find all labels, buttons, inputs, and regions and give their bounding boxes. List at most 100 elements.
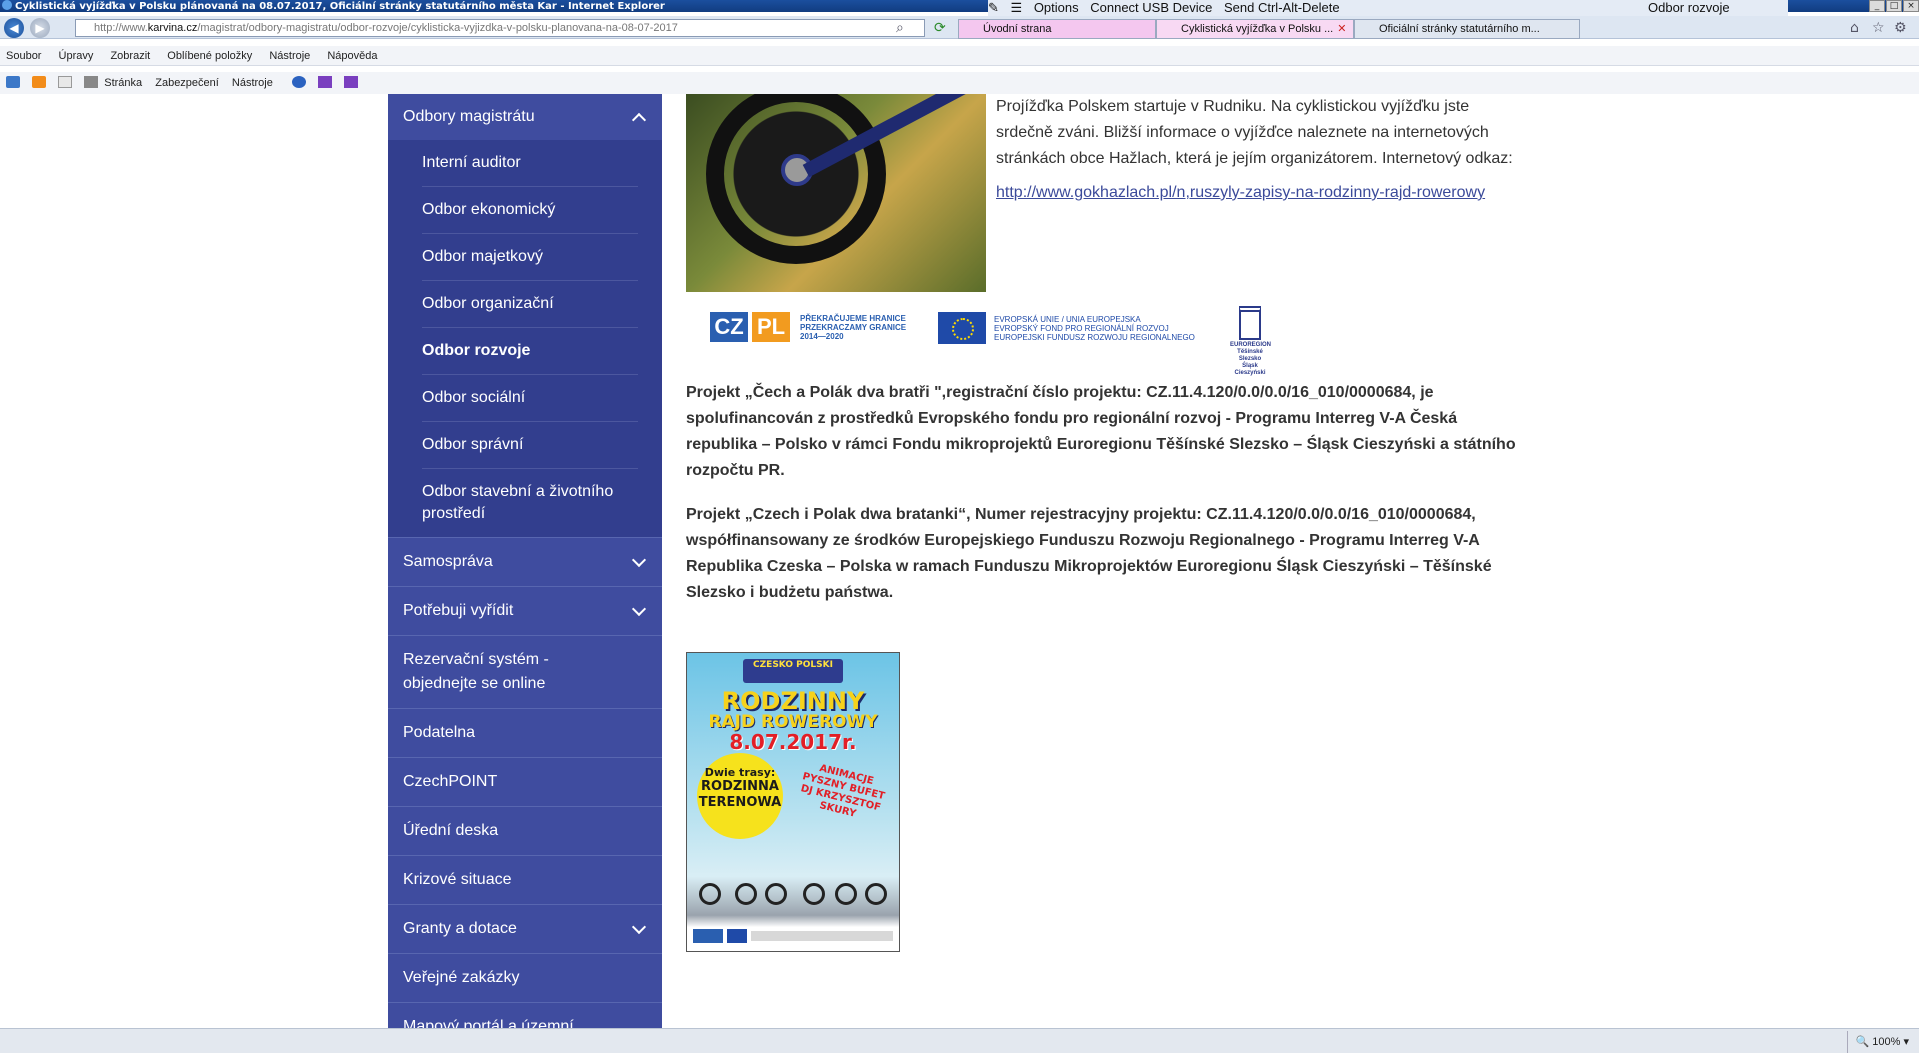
organizer-link[interactable]: http://www.gokhazlach.pl/n,ruszyly-zapis… <box>996 180 1516 206</box>
send-cad-button[interactable]: Send Ctrl-Alt-Delete <box>1224 0 1340 15</box>
forward-button[interactable]: ▶ <box>30 18 50 38</box>
project-paragraph-pl: Projekt „Czech i Polak dwa bratanki“, Nu… <box>686 506 1492 601</box>
poster-riders <box>695 853 891 911</box>
tab-close-icon[interactable]: ✕ <box>1337 23 1346 35</box>
sidebar-item-label: Samospráva <box>403 553 493 570</box>
rss-icon[interactable] <box>32 76 47 88</box>
menu-edit[interactable]: Úpravy <box>59 50 94 62</box>
eu-flag-icon <box>938 312 986 344</box>
refresh-icon[interactable]: ⟳ <box>934 20 946 36</box>
menu-view[interactable]: Zobrazit <box>110 50 150 62</box>
sidebar-subitem-active[interactable]: Odbor rozvoje <box>422 328 638 375</box>
tab-label: Cyklistická vyjížďka v Polsku ... <box>1181 23 1334 35</box>
event-poster[interactable]: CZESKO POLSKI RODZINNY RAJD ROWEROWY 8.0… <box>686 652 900 952</box>
home-icon[interactable]: ⌂ <box>1850 20 1859 36</box>
address-path: /magistrat/odbory-magistratu/odbor-rozvo… <box>197 22 678 34</box>
project-paragraph-cz: Projekt „Čech a Polák dva bratři ",regis… <box>686 384 1516 479</box>
tab-home[interactable]: Úvodní strana <box>958 19 1156 39</box>
sidebar-item-potrebuji[interactable]: Potřebuji vyřídit <box>388 586 662 635</box>
tools-menu[interactable]: Nástroje <box>232 77 273 89</box>
print-icon[interactable] <box>84 76 99 88</box>
sidebar-subitem[interactable]: Odbor sociální <box>422 375 638 422</box>
sidebar-submenu: Interní auditor Odbor ekonomický Odbor m… <box>388 140 662 537</box>
sidebar-item-label: Granty a dotace <box>403 920 517 937</box>
address-bar[interactable]: http://www.karvina.cz/magistrat/odbory-m… <box>75 19 925 37</box>
logo-text: EVROPSKÁ UNIE / UNIA EUROPEJSKA <box>994 314 1141 324</box>
menu-file[interactable]: Soubor <box>6 50 41 62</box>
logo-text: PŘEKRAČUJEME HRANICE <box>800 313 906 323</box>
sidebar-item-granty[interactable]: Granty a dotace <box>388 904 662 953</box>
sidebar-item-rezervace[interactable]: Rezervační systém - objednejte se online <box>388 635 662 708</box>
minimize-button[interactable]: _ <box>1869 0 1885 12</box>
sidebar-subitem[interactable]: Odbor správní <box>422 422 638 469</box>
address-row: ◀ ▶ http://www.karvina.cz/magistrat/odbo… <box>0 16 1919 39</box>
sidebar-item-podatelna[interactable]: Podatelna <box>388 708 662 757</box>
menu-help[interactable]: Nápověda <box>327 50 377 62</box>
chevron-down-icon <box>631 601 647 617</box>
poster-text: RODZINNA <box>701 779 779 794</box>
close-button[interactable]: × <box>1903 0 1919 12</box>
back-button[interactable]: ◀ <box>4 18 24 38</box>
tab-official[interactable]: Oficiální stránky statutárního m... <box>1354 19 1580 39</box>
sidebar-item-samosprava[interactable]: Samospráva <box>388 537 662 586</box>
chevron-down-icon <box>631 919 647 935</box>
sidebar-subitem[interactable]: Odbor ekonomický <box>422 187 638 234</box>
logo-text: Śląsk Cieszyński <box>1234 363 1266 376</box>
sidebar-subitem[interactable]: Odbor stavební a životního prostředí <box>422 469 638 537</box>
favorites-icon[interactable]: ☆ <box>1872 20 1885 36</box>
sidebar-item-krizove[interactable]: Krizové situace <box>388 855 662 904</box>
security-menu[interactable]: Zabezpečení <box>155 77 219 89</box>
menu-favorites[interactable]: Oblíbené položky <box>167 50 252 62</box>
eu-logo: EVROPSKÁ UNIE / UNIA EUROPEJSKA EVROPSKÝ… <box>938 312 1224 344</box>
pl-mark: PL <box>752 312 790 342</box>
logo-text: PRZEKRACZAMY GRANICE <box>800 322 907 332</box>
sidebar-item-departments[interactable]: Odbory magistrátu <box>388 94 662 140</box>
menu-icon[interactable]: ☰ <box>1011 0 1023 15</box>
tab-cycling[interactable]: Cyklistická vyjížďka v Polsku ... ✕ <box>1156 19 1354 39</box>
sidebar-subitem[interactable]: Odbor majetkový <box>422 234 638 281</box>
sidebar-subitem[interactable]: Interní auditor <box>422 140 638 187</box>
search-icon[interactable]: ⌕ <box>896 20 904 36</box>
poster-animations: ANIMACJE PYSZNY BUFET DJ KRZYSZTOF SKURY <box>799 763 886 820</box>
poster-footer-text <box>751 931 893 941</box>
logo-text: Těšínské Slezsko <box>1237 349 1263 362</box>
zoom-level[interactable]: 🔍 100% ▾ <box>1846 1031 1909 1053</box>
connect-usb-button[interactable]: Connect USB Device <box>1090 0 1212 15</box>
sidebar-item-label: Mapový portál a územní <box>403 1018 574 1028</box>
pin-icon[interactable]: ✎ <box>988 0 999 15</box>
sidebar-item-czechpoint[interactable]: CzechPOINT <box>388 757 662 806</box>
remote-toolbar: ✎ ☰ Options Connect USB Device Send Ctrl… <box>988 0 1788 16</box>
window-controls: _ □ × <box>1869 0 1919 12</box>
wheel-shape <box>803 883 825 905</box>
euroregion-logo: EUROREGION Těšínské Slezsko Śląsk Cieszy… <box>1230 306 1271 376</box>
addon-icon[interactable] <box>318 76 332 88</box>
help-icon[interactable] <box>291 76 306 88</box>
sidebar-item-uredni-deska[interactable]: Úřední deska <box>388 806 662 855</box>
sidebar-item-zakazky[interactable]: Veřejné zakázky <box>388 953 662 1002</box>
sidebar-item-label: Potřebuji vyřídit <box>403 602 514 619</box>
home-icon[interactable] <box>6 76 20 88</box>
addon-icon[interactable] <box>344 76 359 88</box>
settings-icon[interactable]: ⚙ <box>1894 20 1907 36</box>
interreg-logo: CZ PL PŘEKRAČUJEME HRANICE PRZEKRACZAMY … <box>710 312 910 342</box>
logo-text: 2014—2020 <box>800 331 844 341</box>
sidebar-item-mapovy-portal[interactable]: Mapový portál a územní <box>388 1002 662 1028</box>
tab-label: Úvodní strana <box>983 23 1052 35</box>
wheel-shape <box>835 883 857 905</box>
mail-icon[interactable] <box>58 76 73 88</box>
poster-band: CZESKO POLSKI <box>743 659 843 683</box>
logo-text: EUROPEJSKI FUNDUSZ ROZWOJU REGIONALNEGO <box>994 332 1195 342</box>
poster-text: TERENOWA <box>698 795 782 810</box>
page-menu[interactable]: Stránka <box>104 77 142 89</box>
poster-text: Dwie trasy: <box>704 766 776 779</box>
maximize-button[interactable]: □ <box>1886 0 1902 12</box>
poster-footer-flag <box>727 929 747 943</box>
menu-tools[interactable]: Nástroje <box>269 50 310 62</box>
sidebar-item-label: Veřejné zakázky <box>403 969 520 986</box>
sidebar-subitem[interactable]: Odbor organizační <box>422 281 638 328</box>
section-label: Odbor rozvoje <box>1648 0 1730 15</box>
address-domain: karvina.cz <box>147 22 198 34</box>
intro-text: Projížďka Polskem startuje v Rudniku. Na… <box>996 94 1516 206</box>
euroregion-text: EUROREGION Těšínské Slezsko Śląsk Cieszy… <box>1230 342 1271 377</box>
options-menu[interactable]: Options <box>1034 0 1079 15</box>
